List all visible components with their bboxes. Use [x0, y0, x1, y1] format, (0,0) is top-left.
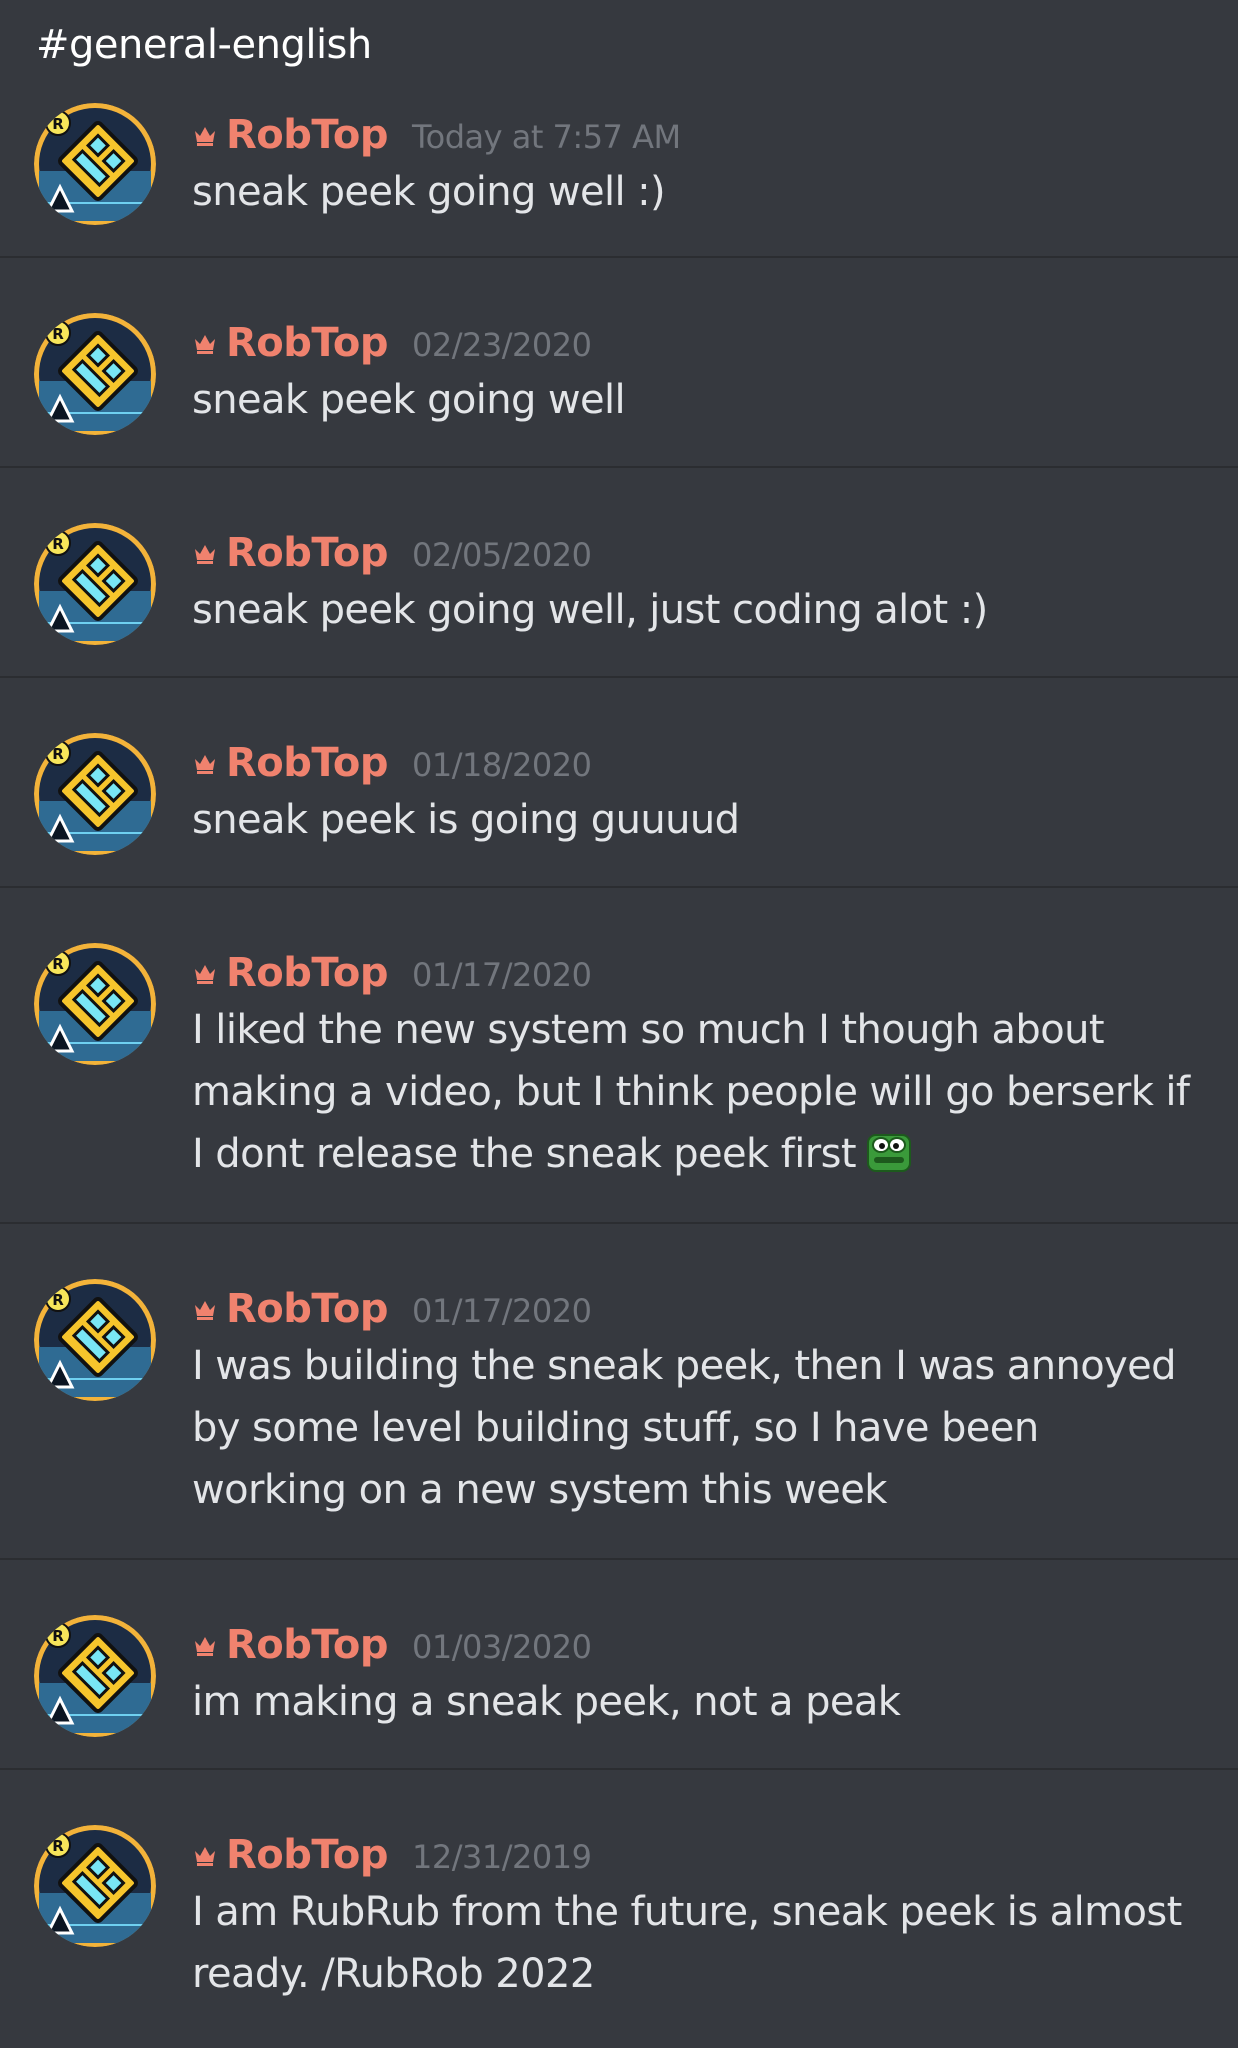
crown-icon — [192, 1296, 218, 1322]
message-item[interactable]: R RobTop 01/17/2020 I liked the new system… — [0, 888, 1238, 1224]
message-line: I liked the new system so much I though … — [192, 999, 1198, 1061]
svg-text:R: R — [52, 955, 64, 973]
message-list: R RobTop Today at 7:57 AM sneak peek going… — [0, 94, 1238, 2030]
robtop-avatar-icon[interactable]: R — [34, 313, 156, 435]
message-content: I am RubRub from the future, sneak peek … — [192, 1881, 1198, 2005]
message-content: im making a sneak peek, not a peak — [192, 1671, 1198, 1733]
message-line: by some level building stuff, so I have … — [192, 1397, 1198, 1459]
message-line: making a video, but I think people will … — [192, 1061, 1198, 1123]
message-timestamp: 01/03/2020 — [412, 1628, 592, 1666]
message-line: working on a new system this week — [192, 1459, 1198, 1521]
message-header: RobTop 01/03/2020 — [192, 1622, 592, 1668]
message-line-text: I was building the sneak peek, then I wa… — [192, 1343, 1177, 1389]
message-line-text: im making a sneak peek, not a peak — [192, 1679, 901, 1725]
message-line: sneak peek going well — [192, 369, 1198, 431]
crown-icon — [192, 1632, 218, 1658]
message-item[interactable]: R RobTop Today at 7:57 AM sneak peek going… — [0, 94, 1238, 258]
message-item[interactable]: R RobTop 02/23/2020 sneak peek going well — [0, 258, 1238, 468]
message-line-text: working on a new system this week — [192, 1467, 887, 1513]
message-line-text: sneak peek going well :) — [192, 169, 666, 215]
message-header: RobTop 01/17/2020 — [192, 950, 592, 996]
crown-icon — [192, 330, 218, 356]
author-name[interactable]: RobTop — [226, 1286, 389, 1332]
message-line-text: sneak peek is going guuuud — [192, 797, 740, 843]
svg-text:R: R — [52, 745, 64, 763]
message-timestamp: Today at 7:57 AM — [412, 118, 681, 156]
channel-name[interactable]: #general-english — [0, 0, 1238, 94]
message-line: im making a sneak peek, not a peak — [192, 1671, 1198, 1733]
robtop-avatar-icon[interactable]: R — [34, 1825, 156, 1947]
message-header: RobTop 01/17/2020 — [192, 1286, 592, 1332]
message-content: sneak peek going well :) — [192, 161, 1198, 223]
message-line-text: making a video, but I think people will … — [192, 1069, 1190, 1115]
message-line: sneak peek is going guuuud — [192, 789, 1198, 851]
robtop-avatar-icon[interactable]: R — [34, 1615, 156, 1737]
message-line-text: ready. /RubRob 2022 — [192, 1951, 595, 1997]
crown-icon — [192, 960, 218, 986]
message-line-text: sneak peek going well, just coding alot … — [192, 587, 988, 633]
message-item[interactable]: R RobTop 01/17/2020 I was building the sne… — [0, 1224, 1238, 1560]
message-content: sneak peek is going guuuud — [192, 789, 1198, 851]
message-item[interactable]: R RobTop 02/05/2020 sneak peek going well,… — [0, 468, 1238, 678]
crown-icon — [192, 540, 218, 566]
message-header: RobTop 01/18/2020 — [192, 740, 592, 786]
message-content: I liked the new system so much I though … — [192, 999, 1198, 1185]
message-item[interactable]: R RobTop 01/03/2020 im making a sneak peek… — [0, 1560, 1238, 1770]
message-line-text: I dont release the sneak peek first — [192, 1131, 857, 1177]
svg-text:R: R — [52, 1291, 64, 1309]
message-line: sneak peek going well, just coding alot … — [192, 579, 1198, 641]
message-header: RobTop 02/23/2020 — [192, 320, 592, 366]
message-line-text: I liked the new system so much I though … — [192, 1007, 1105, 1053]
message-timestamp: 02/23/2020 — [412, 326, 592, 364]
author-name[interactable]: RobTop — [226, 1832, 389, 1878]
svg-text:R: R — [52, 535, 64, 553]
message-line: I was building the sneak peek, then I wa… — [192, 1335, 1198, 1397]
message-line: sneak peek going well :) — [192, 161, 1198, 223]
robtop-avatar-icon[interactable]: R — [34, 523, 156, 645]
svg-text:R: R — [52, 325, 64, 343]
message-header: RobTop 02/05/2020 — [192, 530, 592, 576]
author-name[interactable]: RobTop — [226, 320, 389, 366]
crown-icon — [192, 1842, 218, 1868]
green-frog-emoji-icon — [866, 1129, 912, 1175]
robtop-avatar-icon[interactable]: R — [34, 943, 156, 1065]
message-header: RobTop Today at 7:57 AM — [192, 112, 681, 158]
message-timestamp: 02/05/2020 — [412, 536, 592, 574]
svg-text:R: R — [52, 1837, 64, 1855]
message-line-text: by some level building stuff, so I have … — [192, 1405, 1039, 1451]
message-content: sneak peek going well — [192, 369, 1198, 431]
robtop-avatar-icon[interactable]: R — [34, 733, 156, 855]
author-name[interactable]: RobTop — [226, 530, 389, 576]
message-line: ready. /RubRob 2022 — [192, 1943, 1198, 2005]
message-timestamp: 12/31/2019 — [412, 1838, 592, 1876]
message-line-text: I am RubRub from the future, sneak peek … — [192, 1889, 1182, 1935]
svg-text:R: R — [52, 115, 64, 133]
crown-icon — [192, 750, 218, 776]
author-name[interactable]: RobTop — [226, 112, 389, 158]
message-item[interactable]: R RobTop 12/31/2019 I am RubRub from the f… — [0, 1770, 1238, 2030]
author-name[interactable]: RobTop — [226, 950, 389, 996]
message-timestamp: 01/17/2020 — [412, 1292, 592, 1330]
message-content: I was building the sneak peek, then I wa… — [192, 1335, 1198, 1521]
robtop-avatar-icon[interactable]: R — [34, 1279, 156, 1401]
message-line: I am RubRub from the future, sneak peek … — [192, 1881, 1198, 1943]
robtop-avatar-icon[interactable]: R — [34, 103, 156, 225]
author-name[interactable]: RobTop — [226, 740, 389, 786]
message-timestamp: 01/18/2020 — [412, 746, 592, 784]
svg-text:R: R — [52, 1627, 64, 1645]
author-name[interactable]: RobTop — [226, 1622, 389, 1668]
message-item[interactable]: R RobTop 01/18/2020 sneak peek is going gu… — [0, 678, 1238, 888]
message-timestamp: 01/17/2020 — [412, 956, 592, 994]
message-header: RobTop 12/31/2019 — [192, 1832, 592, 1878]
message-line: I dont release the sneak peek first — [192, 1123, 1198, 1185]
message-content: sneak peek going well, just coding alot … — [192, 579, 1198, 641]
message-line-text: sneak peek going well — [192, 377, 626, 423]
crown-icon — [192, 122, 218, 148]
